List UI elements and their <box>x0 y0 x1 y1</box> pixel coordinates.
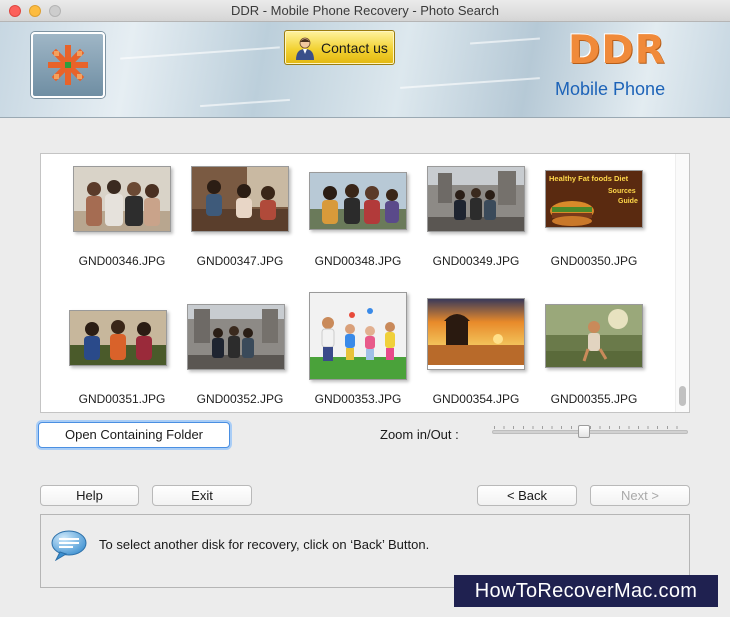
app-logo-icon <box>31 32 105 98</box>
thumbnail-caption: Sources <box>608 188 636 195</box>
status-message: To select another disk for recovery, cli… <box>99 537 430 552</box>
photo-thumbnail[interactable] <box>427 298 525 370</box>
gallery-scrollbar-thumb[interactable] <box>679 386 686 406</box>
contact-us-button[interactable]: Contact us <box>284 30 395 65</box>
photo-gallery[interactable]: GND00346.JPG GND00347.JPG GND00348.JPG G… <box>40 153 690 413</box>
photo-filename: GND00347.JPG <box>196 254 284 268</box>
photo-thumbnail[interactable] <box>187 304 285 370</box>
photo-thumbnail[interactable] <box>73 166 171 232</box>
photo-filename: GND00348.JPG <box>314 254 402 268</box>
photo-filename: GND00355.JPG <box>550 392 638 406</box>
photo-filename: GND00354.JPG <box>432 392 520 406</box>
gallery-scrollbar[interactable] <box>675 154 689 412</box>
photo-filename: GND00351.JPG <box>78 392 166 406</box>
maximize-window-button[interactable] <box>49 5 61 17</box>
minimize-window-button[interactable] <box>29 5 41 17</box>
contact-us-label: Contact us <box>321 40 388 56</box>
watermark-banner: HowToRecoverMac.com <box>454 575 718 607</box>
photo-filename: GND00352.JPG <box>196 392 284 406</box>
photo-thumbnail[interactable] <box>427 166 525 232</box>
window-title: DDR - Mobile Phone Recovery - Photo Sear… <box>230 3 500 18</box>
speech-bubble-icon <box>51 530 87 561</box>
photo-filename: GND00350.JPG <box>550 254 638 268</box>
support-person-icon <box>296 37 314 60</box>
thumbnail-caption: Guide <box>618 198 638 205</box>
back-button[interactable]: < Back <box>477 485 577 506</box>
photo-thumbnail[interactable] <box>191 166 289 232</box>
photo-thumbnail[interactable] <box>309 292 407 380</box>
help-button[interactable]: Help <box>40 485 139 506</box>
photo-filename: GND00346.JPG <box>78 254 166 268</box>
exit-button[interactable]: Exit <box>152 485 252 506</box>
brand-title: DDR <box>568 28 666 73</box>
photo-thumbnail[interactable] <box>69 310 167 366</box>
title-bar: DDR - Mobile Phone Recovery - Photo Sear… <box>0 0 730 22</box>
photo-thumbnail[interactable]: Healthy Fat foods Diet Sources Guide <box>545 170 643 228</box>
photo-filename: GND00349.JPG <box>432 254 520 268</box>
photo-thumbnail[interactable] <box>309 172 407 230</box>
close-window-button[interactable] <box>9 5 21 17</box>
brand-subtitle: Mobile Phone <box>555 79 666 99</box>
next-button[interactable]: Next > <box>590 485 690 506</box>
photo-thumbnail[interactable] <box>545 304 643 368</box>
open-containing-folder-button[interactable]: Open Containing Folder <box>38 422 230 448</box>
zoom-label: Zoom in/Out : <box>380 427 459 442</box>
app-window: DDR - Mobile Phone Recovery - Photo Sear… <box>0 0 730 617</box>
header-banner: Contact us DDR Mobile Phone <box>0 22 730 118</box>
photo-filename: GND00353.JPG <box>314 392 402 406</box>
zoom-slider-knob[interactable] <box>578 425 591 438</box>
thumbnail-caption: Healthy Fat foods Diet <box>549 174 629 183</box>
